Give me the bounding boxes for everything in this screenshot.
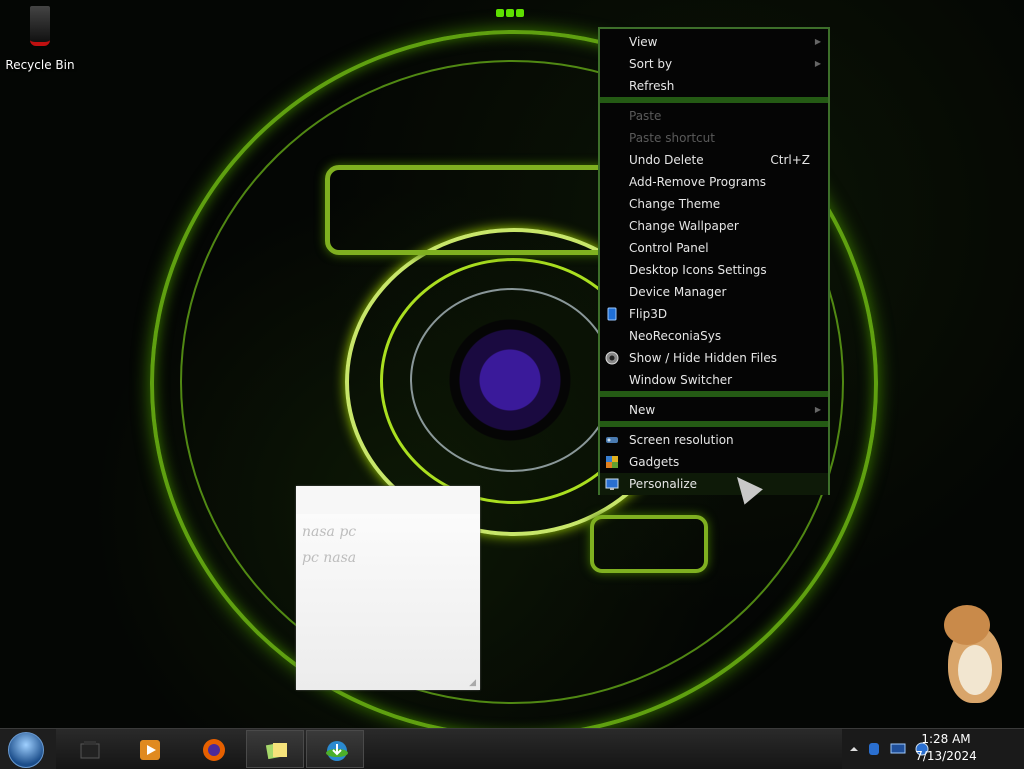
wallpaper-bracket bbox=[590, 515, 708, 573]
menu-item-view[interactable]: View ▶ bbox=[600, 31, 828, 53]
menu-item-label: Window Switcher bbox=[629, 373, 733, 387]
menu-item-label: Device Manager bbox=[629, 285, 727, 299]
submenu-arrow-icon: ▶ bbox=[814, 37, 821, 46]
sticky-note[interactable]: nasa pc pc nasa ◢ bbox=[296, 486, 480, 690]
menu-item-neoreconiasys[interactable]: NeoReconiaSys bbox=[600, 325, 828, 347]
menu-item-label: Control Panel bbox=[629, 241, 709, 255]
menu-item-label: Undo Delete bbox=[629, 153, 704, 167]
menu-item-label: Paste shortcut bbox=[629, 131, 715, 145]
menu-item-flip3d[interactable]: Flip3D bbox=[600, 303, 828, 325]
file-explorer-icon bbox=[80, 741, 100, 759]
wallpaper-ring bbox=[410, 288, 614, 472]
hamster-mascot[interactable] bbox=[940, 605, 1006, 705]
taskbar-firefox[interactable] bbox=[184, 730, 242, 768]
menu-item-personalize[interactable]: Personalize bbox=[600, 473, 828, 495]
menu-item-screen-resolution[interactable]: Screen resolution bbox=[600, 429, 828, 451]
menu-item-show-hide-hidden-files[interactable]: Show / Hide Hidden Files bbox=[600, 347, 828, 369]
menu-separator bbox=[600, 97, 828, 103]
desktop-icon-recycle-bin[interactable]: Recycle Bin bbox=[5, 6, 75, 72]
menu-item-label: Change Theme bbox=[629, 197, 721, 211]
taskbar-internet-download-manager[interactable] bbox=[306, 730, 364, 768]
menu-item-gadgets[interactable]: Gadgets bbox=[600, 451, 828, 473]
display-resolution-icon bbox=[606, 437, 618, 443]
taskbar: 1:28 AM 7/13/2024 bbox=[0, 728, 1024, 769]
submenu-arrow-icon: ▶ bbox=[814, 59, 821, 68]
wallpaper-bracket bbox=[325, 165, 635, 255]
menu-item-label: New bbox=[629, 403, 656, 417]
menu-item-desktop-icons-settings[interactable]: Desktop Icons Settings bbox=[600, 259, 828, 281]
desktop-context-menu: View ▶ Sort by ▶ Refresh Paste Paste sho… bbox=[598, 27, 830, 495]
firefox-icon bbox=[203, 739, 225, 761]
menu-separator bbox=[600, 421, 828, 427]
menu-item-label: Add-Remove Programs bbox=[629, 175, 766, 189]
recycle-bin-icon bbox=[30, 6, 50, 46]
menu-item-label: Sort by bbox=[629, 57, 673, 71]
menu-item-label: Flip3D bbox=[629, 307, 668, 321]
taskbar-media-player[interactable] bbox=[120, 730, 178, 768]
menu-item-undo-delete[interactable]: Undo Delete Ctrl+Z bbox=[600, 149, 828, 171]
sticky-note-line[interactable]: nasa pc bbox=[302, 524, 356, 540]
menu-separator bbox=[600, 391, 828, 397]
menu-shortcut: Ctrl+Z bbox=[770, 153, 810, 167]
gadgets-icon bbox=[606, 456, 618, 468]
sticky-note-line[interactable]: pc nasa bbox=[302, 550, 356, 566]
windows-logo-icon bbox=[8, 732, 44, 768]
chevron-up-icon[interactable] bbox=[846, 741, 862, 757]
menu-item-label: Paste bbox=[629, 109, 662, 123]
menu-item-label: Personalize bbox=[629, 477, 698, 491]
sticky-notes-icon bbox=[265, 742, 287, 760]
menu-item-label: Gadgets bbox=[629, 455, 680, 469]
menu-item-label: View bbox=[629, 35, 658, 49]
clock-time[interactable]: 1:28 AM bbox=[866, 732, 1024, 746]
menu-item-change-theme[interactable]: Change Theme bbox=[600, 193, 828, 215]
clock-date[interactable]: 7/13/2024 bbox=[866, 749, 1024, 763]
menu-item-new[interactable]: New ▶ bbox=[600, 399, 828, 421]
taskbar-sticky-notes[interactable] bbox=[246, 730, 304, 768]
menu-item-window-switcher[interactable]: Window Switcher bbox=[600, 369, 828, 391]
menu-item-label: Show / Hide Hidden Files bbox=[629, 351, 777, 365]
media-player-icon bbox=[140, 740, 160, 760]
menu-item-add-remove-programs[interactable]: Add-Remove Programs bbox=[600, 171, 828, 193]
menu-item-control-panel[interactable]: Control Panel bbox=[600, 237, 828, 259]
desktop[interactable]: Recycle Bin nasa pc pc nasa ◢ View ▶ Sor… bbox=[0, 0, 1024, 728]
menu-item-paste-shortcut: Paste shortcut bbox=[600, 127, 828, 149]
menu-item-label: Change Wallpaper bbox=[629, 219, 739, 233]
eye-icon bbox=[605, 351, 619, 365]
menu-item-paste: Paste bbox=[600, 105, 828, 127]
menu-item-refresh[interactable]: Refresh bbox=[600, 75, 828, 97]
resize-grip-icon[interactable]: ◢ bbox=[469, 678, 476, 688]
menu-item-sort-by[interactable]: Sort by ▶ bbox=[600, 53, 828, 75]
top-dock-indicator[interactable] bbox=[496, 6, 528, 17]
personalize-icon bbox=[605, 478, 619, 490]
menu-item-device-manager[interactable]: Device Manager bbox=[600, 281, 828, 303]
flip3d-icon bbox=[607, 307, 617, 321]
menu-item-label: NeoReconiaSys bbox=[629, 329, 722, 343]
internet-download-manager-icon bbox=[326, 741, 348, 761]
menu-item-change-wallpaper[interactable]: Change Wallpaper bbox=[600, 215, 828, 237]
taskbar-file-explorer[interactable] bbox=[60, 730, 118, 768]
submenu-arrow-icon: ▶ bbox=[814, 405, 821, 414]
menu-item-label: Refresh bbox=[629, 79, 675, 93]
menu-item-label: Desktop Icons Settings bbox=[629, 263, 767, 277]
menu-item-label: Screen resolution bbox=[629, 433, 734, 447]
desktop-icon-label: Recycle Bin bbox=[5, 58, 75, 72]
start-button[interactable] bbox=[0, 729, 56, 769]
